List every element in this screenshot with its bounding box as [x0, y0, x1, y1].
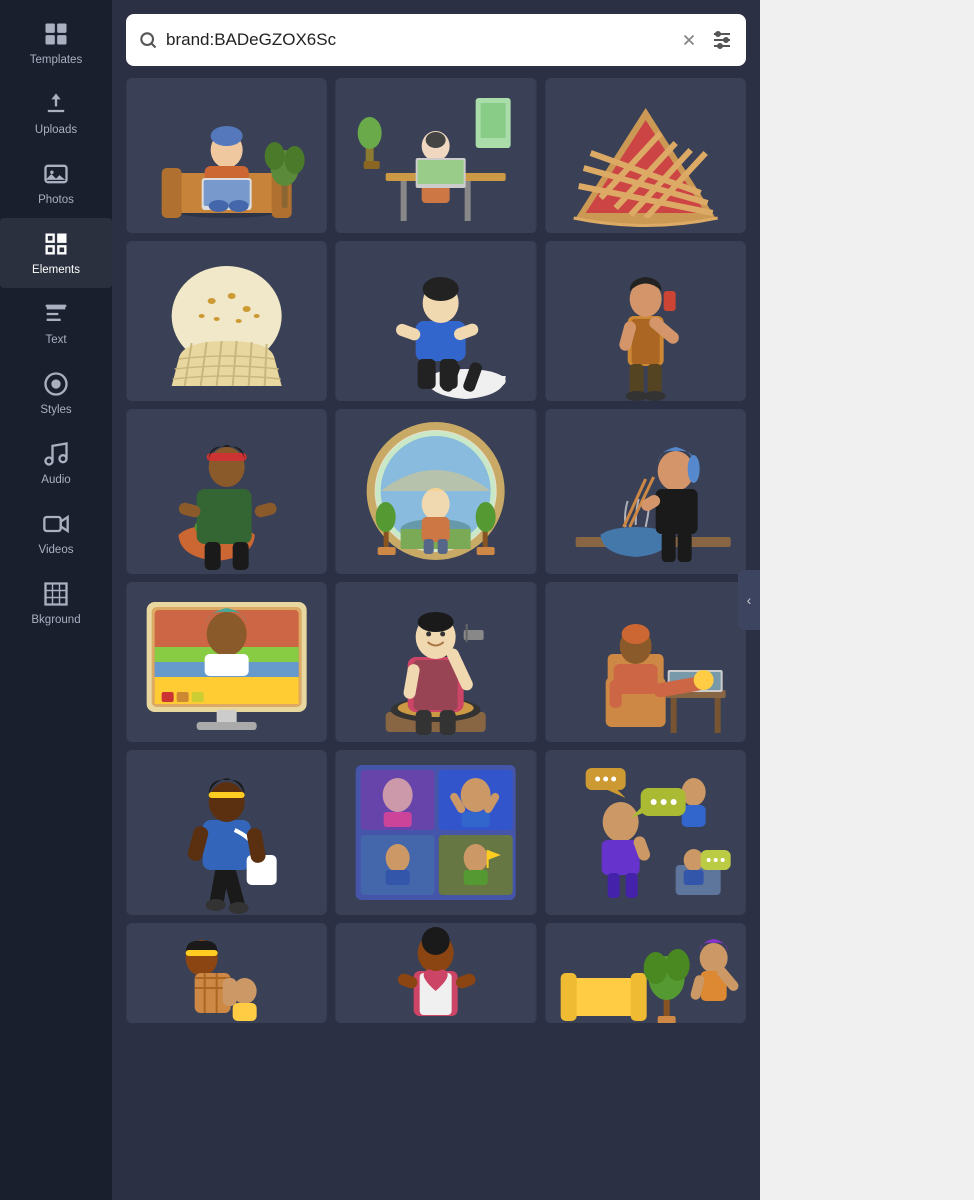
list-item[interactable]	[545, 923, 746, 1023]
search-bar	[126, 14, 746, 66]
main-panel: ‹	[112, 0, 760, 1200]
sidebar-item-styles[interactable]: Styles	[0, 358, 112, 428]
list-item[interactable]	[335, 241, 536, 401]
styles-icon	[42, 370, 70, 398]
search-icon	[138, 30, 158, 50]
sidebar-item-photos[interactable]: Photos	[0, 148, 112, 218]
sidebar-item-templates[interactable]: Templates	[0, 8, 112, 78]
list-item[interactable]	[126, 241, 327, 401]
list-item[interactable]	[545, 582, 746, 742]
image-grid	[126, 78, 746, 1023]
videos-icon	[42, 510, 70, 538]
sidebar-item-elements[interactable]: Elements	[0, 218, 112, 288]
image-grid-container	[112, 78, 760, 1200]
sidebar-item-background[interactable]: Bkground	[0, 568, 112, 638]
list-item[interactable]	[126, 582, 327, 742]
list-item[interactable]	[335, 409, 536, 574]
collapse-panel-button[interactable]: ‹	[738, 570, 760, 630]
audio-icon	[42, 440, 70, 468]
list-item[interactable]	[335, 923, 536, 1023]
clear-search-icon[interactable]	[680, 31, 698, 49]
filter-icon[interactable]	[710, 28, 734, 52]
list-item[interactable]	[335, 750, 536, 915]
sidebar: Templates Uploads Photos Elements Text	[0, 0, 112, 1200]
text-icon	[42, 300, 70, 328]
list-item[interactable]	[545, 241, 746, 401]
list-item[interactable]	[545, 750, 746, 915]
background-icon	[42, 580, 70, 608]
templates-icon	[42, 20, 70, 48]
sidebar-item-uploads[interactable]: Uploads	[0, 78, 112, 148]
canvas-area	[760, 0, 974, 1200]
list-item[interactable]	[335, 78, 536, 233]
search-input[interactable]	[166, 30, 672, 50]
list-item[interactable]	[545, 78, 746, 233]
chevron-left-icon: ‹	[747, 592, 752, 608]
list-item[interactable]	[126, 409, 327, 574]
list-item[interactable]	[545, 409, 746, 574]
elements-icon	[42, 230, 70, 258]
list-item[interactable]	[335, 582, 536, 742]
uploads-icon	[42, 90, 70, 118]
photos-icon	[42, 160, 70, 188]
sidebar-item-audio[interactable]: Audio	[0, 428, 112, 498]
sidebar-item-videos[interactable]: Videos	[0, 498, 112, 568]
sidebar-item-text[interactable]: Text	[0, 288, 112, 358]
list-item[interactable]	[126, 923, 327, 1023]
list-item[interactable]	[126, 78, 327, 233]
list-item[interactable]	[126, 750, 327, 915]
